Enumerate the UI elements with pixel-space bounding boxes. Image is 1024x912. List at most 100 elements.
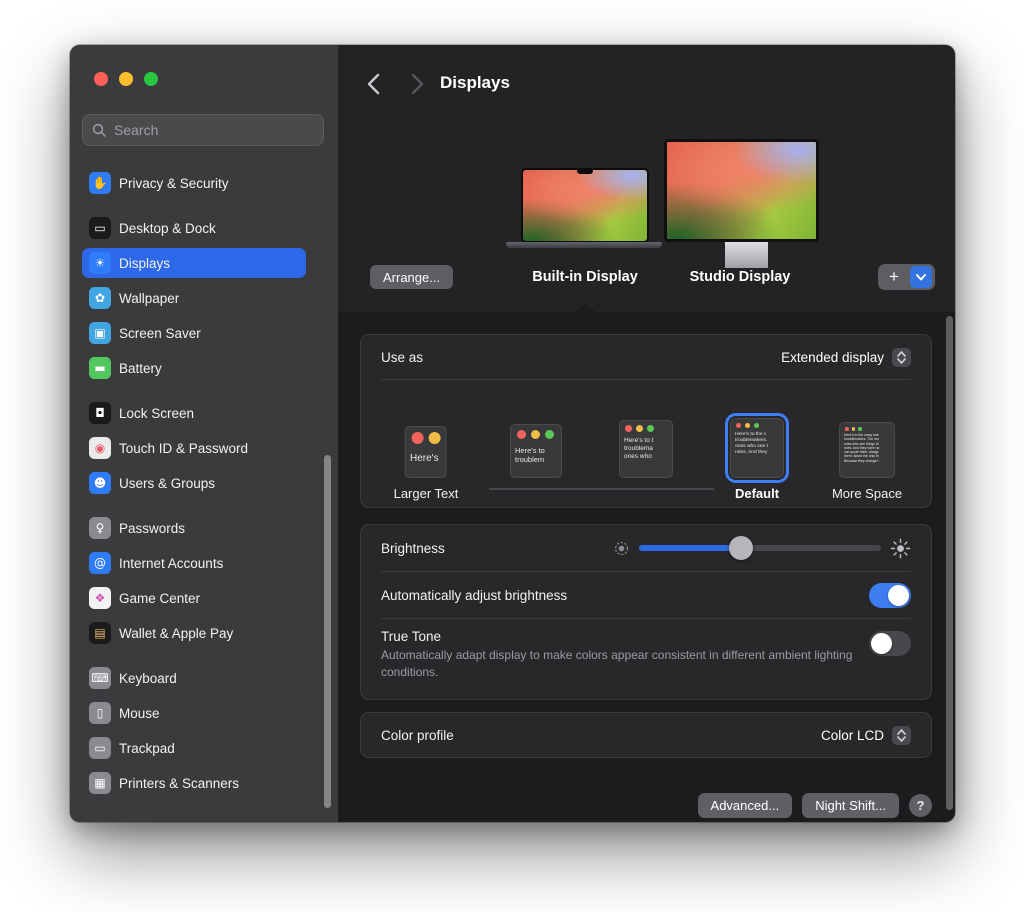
brightness-label: Brightness <box>381 540 445 556</box>
sidebar-item-passwords[interactable]: ♀ Passwords <box>82 513 306 543</box>
auto-brightness-label: Automatically adjust brightness <box>381 587 568 603</box>
sidebar-item-label: Lock Screen <box>119 405 195 421</box>
studio-display-preview[interactable] <box>664 139 819 242</box>
auto-brightness-row: Automatically adjust brightness <box>361 572 931 618</box>
zoom-button[interactable] <box>144 72 158 86</box>
scaling-option-more-space[interactable]: Here's to the crazy one troublemakers. T… <box>832 422 902 502</box>
thumb-yellow-dot <box>745 423 750 428</box>
thumb-red-dot <box>845 427 849 431</box>
builtin-display-preview[interactable] <box>521 168 649 243</box>
privacy-security-icon: ✋ <box>89 172 111 194</box>
add-display-dropdown[interactable] <box>910 266 932 288</box>
laptop-base <box>506 242 662 248</box>
color-profile-label: Color profile <box>381 727 454 743</box>
thumb-red-dot <box>517 430 526 439</box>
thumb-red-dot <box>411 432 424 444</box>
sidebar-list: ✋ Privacy & Security ▭ Desktop & Dock ☀ … <box>70 168 338 813</box>
scaling-options: Here's Larger Text Here's to troublem He… <box>361 380 931 508</box>
sidebar-item-wallpaper[interactable]: ✿ Wallpaper <box>82 283 306 313</box>
sidebar-item-label: Keyboard <box>119 670 177 686</box>
sidebar-item-label: Displays <box>119 255 171 271</box>
color-profile-select[interactable]: Color LCD <box>821 725 911 745</box>
brightness-bright-icon <box>890 538 911 559</box>
color-profile-card: Color profile Color LCD <box>360 712 932 758</box>
displays-icon: ☀ <box>89 252 111 274</box>
auto-brightness-toggle[interactable] <box>869 582 911 608</box>
use-as-row: Use as Extended display <box>361 335 931 379</box>
close-button[interactable] <box>94 72 108 86</box>
scaling-option-larger-text[interactable]: Here's Larger Text <box>394 426 458 502</box>
sidebar-item-mouse[interactable]: ▯ Mouse <box>82 698 306 728</box>
laptop-notch <box>577 170 593 174</box>
chevron-up-down-icon[interactable] <box>892 347 911 367</box>
sidebar-item-trackpad[interactable]: ▭ Trackpad <box>82 733 306 763</box>
night-shift-button[interactable]: Night Shift... <box>802 793 899 818</box>
scaling-thumbnail-selected: Here's to the c troublemakers. ones who … <box>725 413 789 483</box>
thumb-yellow-dot <box>851 427 855 431</box>
thumb-preview-text: Here's to t troublema ones who <box>624 437 654 461</box>
sidebar-item-label: Touch ID & Password <box>119 440 249 456</box>
sidebar-item-printers-scanners[interactable]: ▦ Printers & Scanners <box>82 768 306 798</box>
desktop-dock-icon: ▭ <box>89 217 111 239</box>
sidebar-item-label: Wallpaper <box>119 290 180 306</box>
true-tone-toggle[interactable] <box>869 631 911 656</box>
scaling-option-label: Default <box>734 486 780 501</box>
main-panel: Displays Arrange... Built-in Display Stu… <box>338 45 955 822</box>
add-display-button[interactable]: + <box>878 265 910 289</box>
sidebar-item-screen-saver[interactable]: ▣ Screen Saver <box>82 318 306 348</box>
scaling-option-default[interactable]: Here's to the c troublemakers. ones who … <box>725 413 789 502</box>
back-button[interactable] <box>362 71 384 97</box>
sidebar-item-privacy-security[interactable]: ✋ Privacy & Security <box>82 168 306 198</box>
system-settings-window: ✋ Privacy & Security ▭ Desktop & Dock ☀ … <box>70 45 955 822</box>
sidebar-item-touch-id[interactable]: ◉ Touch ID & Password <box>82 433 306 463</box>
help-button[interactable]: ? <box>909 794 932 817</box>
search-icon <box>92 123 106 137</box>
advanced-button[interactable]: Advanced... <box>697 793 793 818</box>
use-as-select[interactable]: Extended display <box>781 347 911 367</box>
sidebar-item-battery[interactable]: ▬ Battery <box>82 353 306 383</box>
footer-buttons: Advanced... Night Shift... ? <box>697 793 932 818</box>
sidebar-item-wallet[interactable]: ▤ Wallet & Apple Pay <box>82 618 306 648</box>
true-tone-row: True Tone Automatically adapt display to… <box>361 619 931 681</box>
scaling-option-label: More Space <box>831 486 903 501</box>
search-field[interactable] <box>82 114 324 146</box>
use-as-card: Use as Extended display Here's Larger Te… <box>360 334 932 508</box>
sidebar-item-game-center[interactable]: ❖ Game Center <box>82 583 306 613</box>
sidebar-item-displays[interactable]: ☀ Displays <box>82 248 306 278</box>
forward-button[interactable] <box>406 71 428 97</box>
brightness-slider-track[interactable] <box>639 536 881 560</box>
sidebar-scrollbar[interactable] <box>324 455 331 808</box>
sidebar-item-desktop-dock[interactable]: ▭ Desktop & Dock <box>82 213 306 243</box>
thumb-red-dot <box>736 423 741 428</box>
minimize-button[interactable] <box>119 72 133 86</box>
thumb-yellow-dot <box>428 432 441 444</box>
studio-display-stand <box>725 242 768 268</box>
sidebar-item-label: Screen Saver <box>119 325 201 341</box>
game-center-icon: ❖ <box>89 587 111 609</box>
printer-icon: ▦ <box>89 772 111 794</box>
sidebar-item-label: Printers & Scanners <box>119 775 240 791</box>
chevron-up-down-icon[interactable] <box>892 725 911 745</box>
scaling-option-2[interactable]: Here's to troublem <box>510 424 562 502</box>
scaling-thumbnail: Here's to troublem <box>510 424 562 478</box>
thumb-yellow-dot <box>531 430 540 439</box>
passwords-icon: ♀ <box>89 517 111 539</box>
thumb-preview-text: Here's to the c troublemakers. ones who … <box>735 432 768 456</box>
brightness-slider-fill <box>639 536 753 560</box>
touch-id-icon: ◉ <box>89 437 111 459</box>
arrange-button[interactable]: Arrange... <box>370 265 454 289</box>
scaling-thumbnail: Here's to t troublema ones who <box>619 420 673 478</box>
brightness-slider-knob[interactable] <box>728 536 753 560</box>
search-input[interactable] <box>112 121 314 139</box>
chevron-down-icon <box>916 273 926 281</box>
sidebar-item-lock-screen[interactable]: ◘ Lock Screen <box>82 398 306 428</box>
trackpad-icon: ▭ <box>89 737 111 759</box>
scaling-option-3[interactable]: Here's to t troublema ones who <box>619 420 673 502</box>
brightness-card: Brightness Automatically adjust brightne… <box>360 524 932 700</box>
sidebar-item-label: Internet Accounts <box>119 555 224 571</box>
main-scrollbar[interactable] <box>946 316 953 810</box>
sidebar-item-users-groups[interactable]: ☻ Users & Groups <box>82 468 306 498</box>
use-as-label: Use as <box>381 349 424 365</box>
sidebar-item-keyboard[interactable]: ⌨ Keyboard <box>82 663 306 693</box>
sidebar-item-internet-accounts[interactable]: @ Internet Accounts <box>82 548 306 578</box>
